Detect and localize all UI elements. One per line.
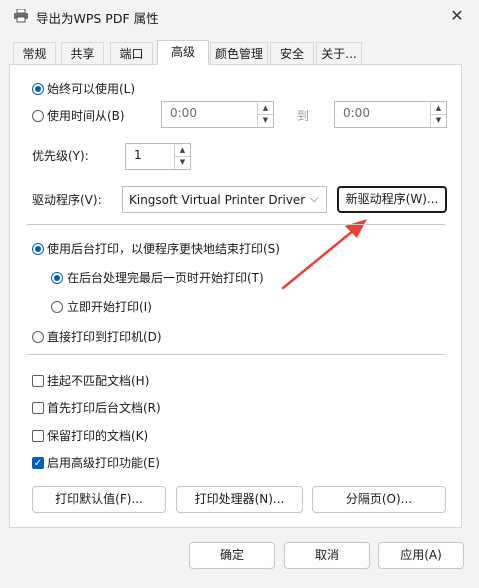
print-direct-radio[interactable] [32, 331, 44, 343]
start-time-value: 0:00 [170, 106, 197, 120]
keep-printed-label: 保留打印的文档(K) [47, 429, 149, 443]
advanced-features-checkbox[interactable]: ✓ [32, 457, 44, 469]
end-time-stepper[interactable]: 0:00 ▲ ▼ [334, 101, 447, 128]
separator-page-button[interactable]: 分隔页(O)... [312, 486, 446, 513]
printing-defaults-button[interactable]: 打印默认值(F)... [32, 486, 166, 513]
always-available-radio[interactable] [32, 83, 44, 95]
priority-down-icon[interactable]: ▼ [175, 156, 190, 168]
priority-label: 优先级(Y): [32, 149, 89, 163]
divider [27, 224, 445, 225]
spool-radio[interactable] [32, 243, 44, 255]
hold-mismatched-checkbox[interactable] [32, 375, 44, 387]
print-spooled-first-label: 首先打印后台文档(R) [47, 401, 161, 415]
end-time-arrows: ▲ ▼ [430, 102, 446, 127]
start-time-stepper[interactable]: 0:00 ▲ ▼ [161, 101, 274, 128]
always-available-label: 始终可以使用(L) [47, 82, 136, 96]
print-processor-button[interactable]: 打印处理器(N)... [176, 486, 303, 513]
chevron-down-icon: ⌵ [310, 192, 319, 205]
start-immediately-label: 立即开始打印(I) [67, 300, 152, 314]
print-spooled-first-checkbox[interactable] [32, 402, 44, 414]
start-after-last-page-radio[interactable] [51, 272, 63, 284]
keep-printed-checkbox[interactable] [32, 430, 44, 442]
end-time-value: 0:00 [343, 106, 370, 120]
end-time-down-icon[interactable]: ▼ [431, 114, 446, 126]
new-driver-button[interactable]: 新驱动程序(W)... [337, 186, 447, 213]
ok-button[interactable]: 确定 [189, 542, 275, 569]
start-after-last-page-label: 在后台处理完最后一页时开始打印(T) [67, 271, 264, 285]
annotation-arrow-icon [281, 219, 367, 290]
advanced-features-label: 启用高级打印功能(E) [47, 456, 160, 470]
driver-label: 驱动程序(V): [32, 193, 102, 207]
start-immediately-radio[interactable] [51, 301, 63, 313]
priority-stepper[interactable]: 1 ▲ ▼ [125, 143, 191, 170]
driver-selected-value: Kingsoft Virtual Printer Driver [129, 193, 306, 207]
divider [27, 354, 445, 355]
start-time-down-icon[interactable]: ▼ [258, 114, 273, 126]
start-time-arrows: ▲ ▼ [257, 102, 273, 127]
cancel-button[interactable]: 取消 [284, 542, 370, 569]
spool-label: 使用后台打印，以便程序更快地结束打印(S) [47, 242, 280, 256]
print-direct-label: 直接打印到打印机(D) [47, 330, 162, 344]
priority-arrows: ▲ ▼ [174, 144, 190, 169]
to-label: 到 [297, 109, 310, 123]
hold-mismatched-label: 挂起不匹配文档(H) [47, 374, 150, 388]
available-from-label: 使用时间从(B) [47, 109, 125, 123]
checkmark-icon: ✓ [33, 458, 43, 469]
apply-button[interactable]: 应用(A) [378, 542, 464, 569]
available-from-radio[interactable] [32, 110, 44, 122]
priority-value: 1 [134, 148, 142, 162]
driver-select[interactable]: Kingsoft Virtual Printer Driver ⌵ [122, 186, 327, 213]
